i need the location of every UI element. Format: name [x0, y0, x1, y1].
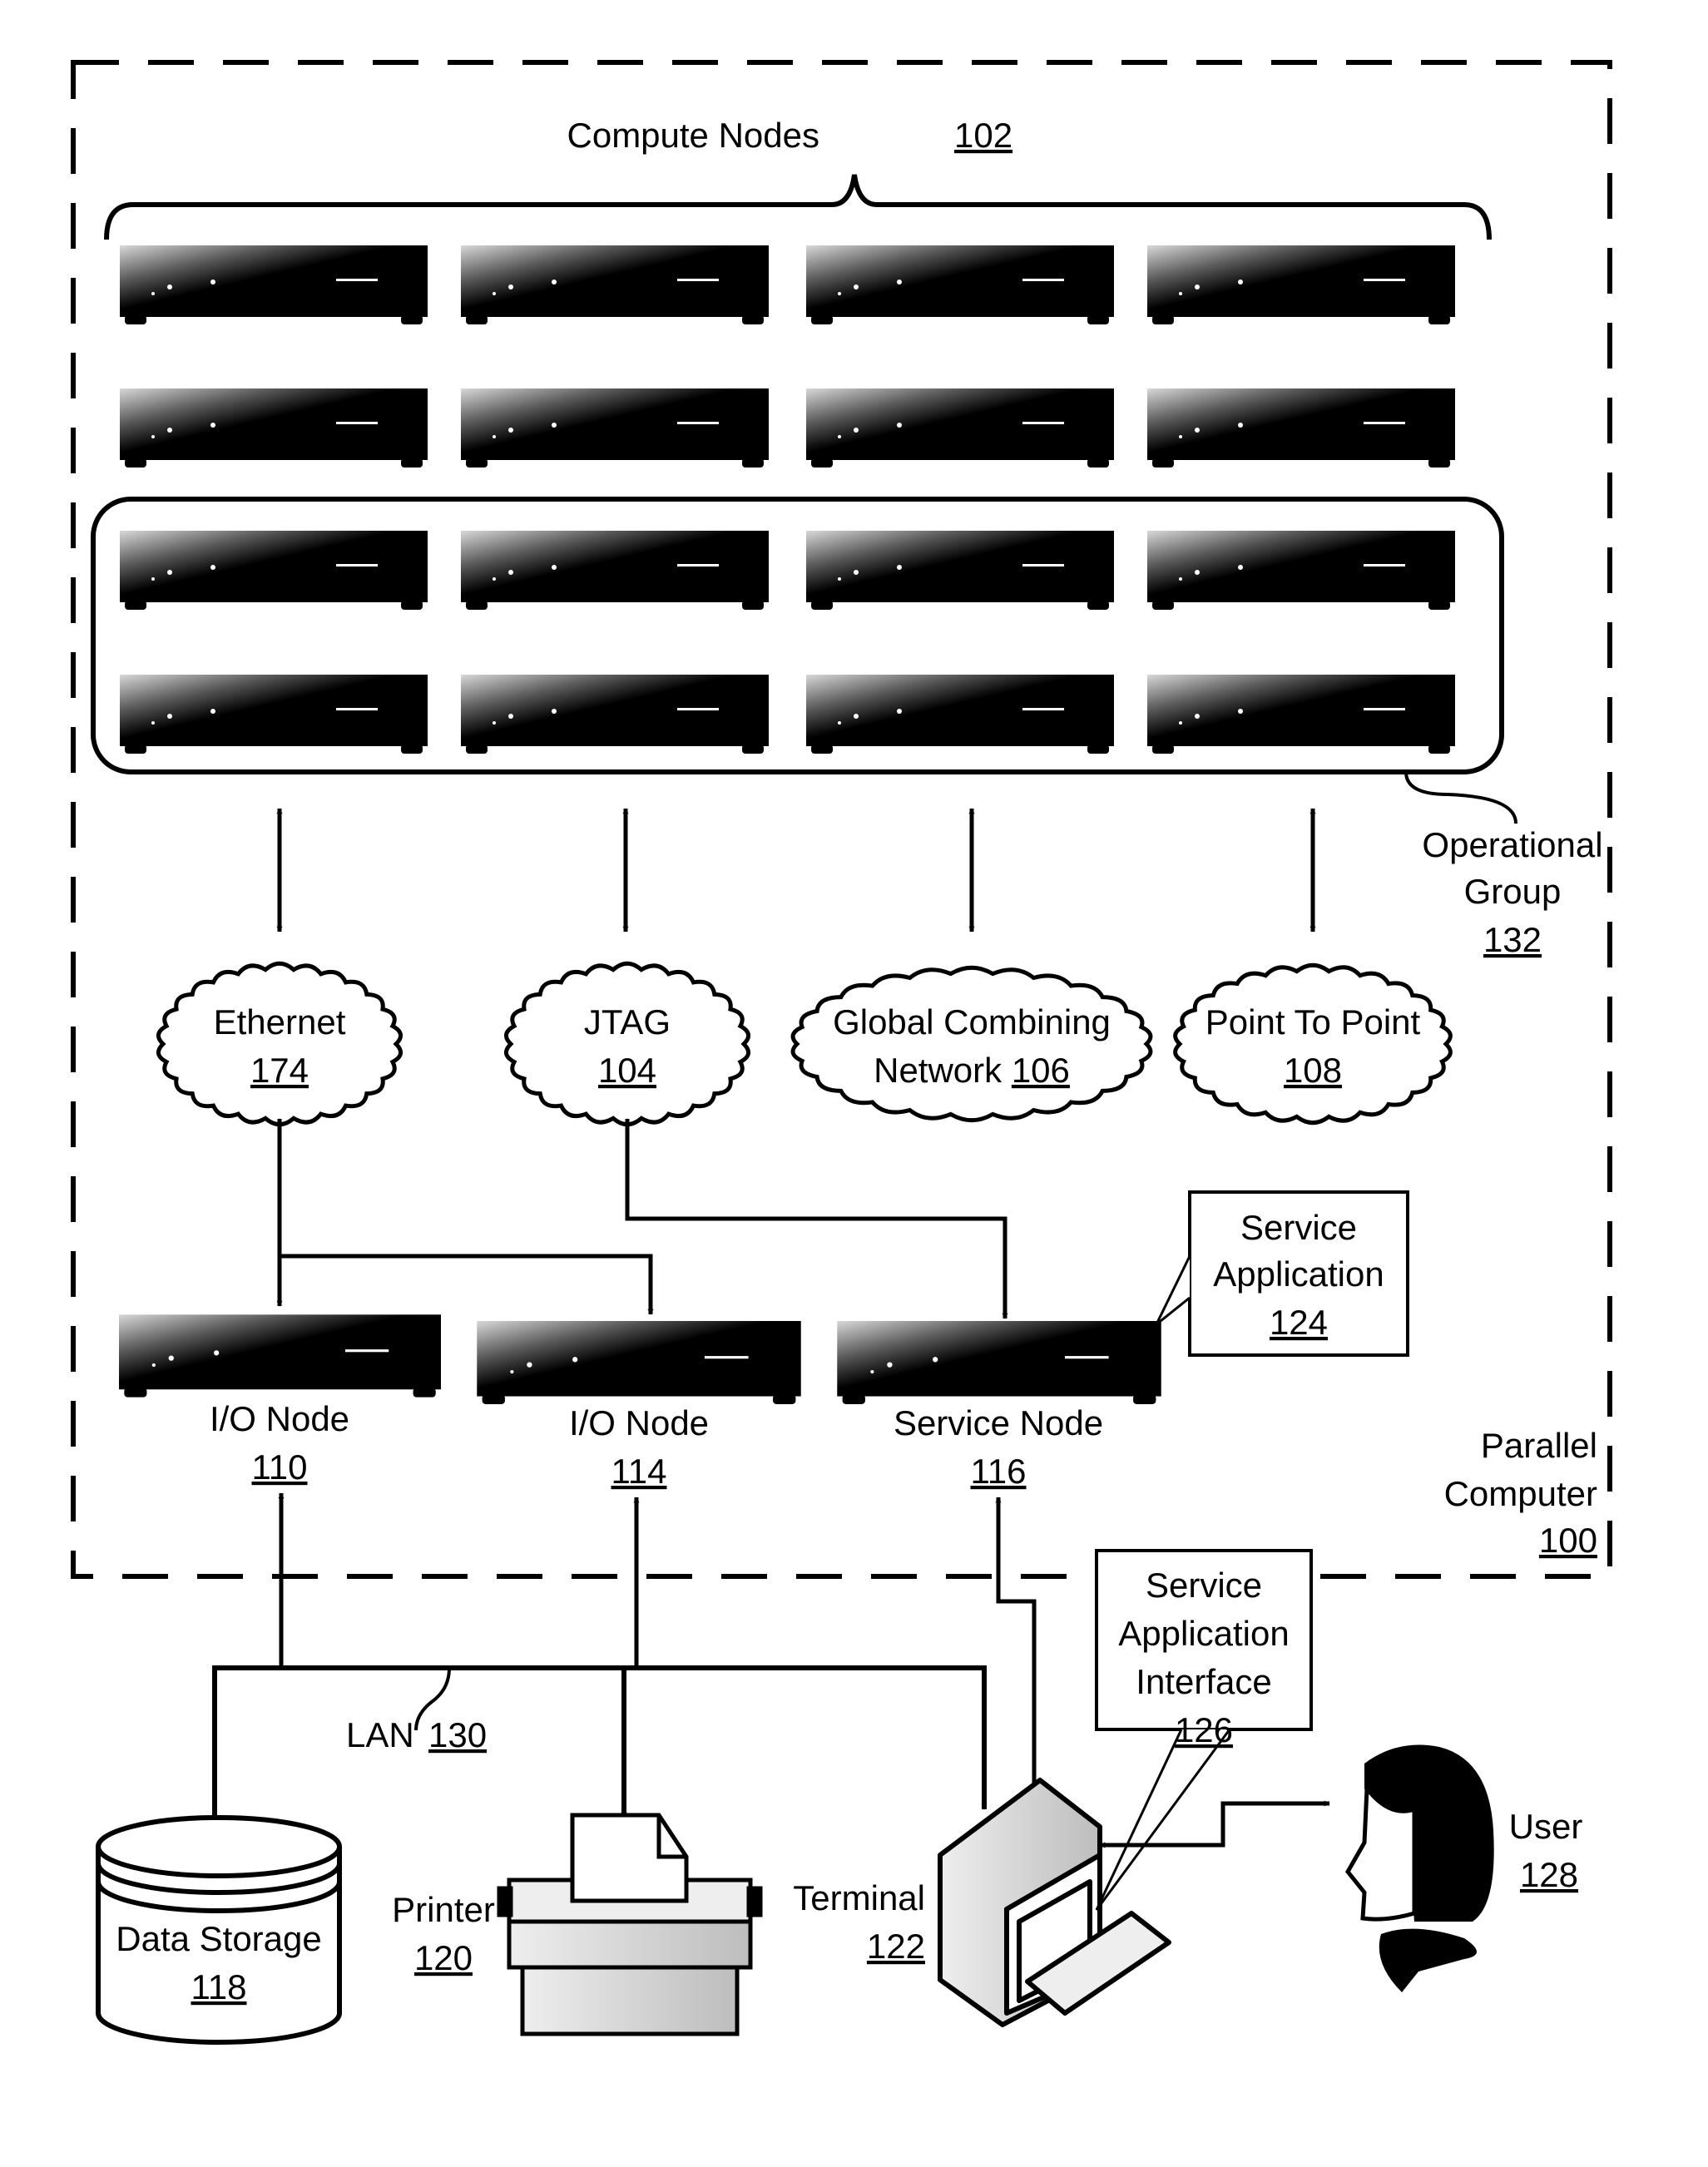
jtag-label: JTAG — [584, 1002, 671, 1041]
operational-group-label-line1: Operational — [1422, 825, 1602, 864]
operational-group-leader — [1404, 771, 1517, 824]
jtag-cloud: JTAG 104 — [504, 961, 750, 1127]
compute-node — [461, 675, 769, 754]
compute-node — [1147, 245, 1455, 324]
data-storage-label: Data Storage — [116, 1919, 322, 1958]
point-to-point-cloud: Point To Point 108 — [1173, 962, 1453, 1126]
jtag-ref: 104 — [598, 1051, 656, 1090]
sai-line3: Interface — [1136, 1662, 1271, 1701]
service-application-ref: 124 — [1270, 1303, 1328, 1342]
lan-uplinks — [278, 1492, 1037, 1818]
user-icon — [1344, 1744, 1494, 1992]
terminal-icon — [938, 1778, 1171, 2027]
compute-node — [120, 245, 428, 324]
global-combining-network-label: Global Combining — [833, 1002, 1111, 1041]
sai-line1: Service — [1146, 1566, 1262, 1605]
terminal-label: Terminal — [793, 1878, 925, 1917]
point-to-point-ref: 108 — [1284, 1051, 1342, 1090]
ethernet-io-links — [276, 1118, 654, 1315]
parallel-computer-ref: 100 — [1539, 1521, 1597, 1560]
compute-node — [461, 245, 769, 324]
jtag-service-link — [624, 1118, 1008, 1319]
sai-ref: 126 — [1175, 1710, 1233, 1749]
point-to-point-label: Point To Point — [1206, 1002, 1421, 1041]
compute-node — [120, 675, 428, 754]
data-storage-ref: 118 — [191, 1967, 247, 2006]
parallel-computer-label-line1: Parallel — [1481, 1426, 1597, 1465]
printer-label: Printer — [392, 1890, 495, 1929]
user-ref: 128 — [1520, 1855, 1578, 1894]
io-node-110-label: I/O Node — [210, 1399, 349, 1438]
compute-node — [120, 531, 428, 610]
compute-nodes-label: Compute Nodes — [567, 116, 820, 155]
user-label: User — [1509, 1807, 1583, 1846]
lan-ref: 130 — [428, 1715, 487, 1754]
service-node-label: Service Node — [894, 1403, 1103, 1442]
service-node-116-box — [837, 1321, 1161, 1404]
service-application-line1: Service — [1240, 1208, 1357, 1247]
terminal-ref: 122 — [867, 1927, 925, 1966]
operational-group-label-line2: Group — [1464, 872, 1562, 911]
compute-node — [1147, 675, 1455, 754]
compute-node — [461, 531, 769, 610]
compute-node — [806, 388, 1114, 468]
service-node-ref: 116 — [971, 1452, 1027, 1491]
service-application-callout: Service Application 124 — [1155, 1190, 1409, 1357]
compute-node — [120, 388, 428, 468]
compute-node — [1147, 531, 1455, 610]
parallel-computer-diagram: Compute Nodes 102 Operational Group 132 … — [71, 60, 1612, 2045]
ethernet-ref: 174 — [250, 1051, 309, 1090]
global-combining-network-cloud: Global Combining Network 106 — [790, 965, 1153, 1123]
compute-node — [1147, 388, 1455, 468]
io-node-114-ref: 114 — [611, 1452, 667, 1491]
sai-line2: Application — [1118, 1614, 1289, 1653]
service-application-interface-callout: Service Application Interface 126 — [1095, 1549, 1313, 1911]
compute-nodes-ref: 102 — [954, 116, 1012, 155]
lan-label: LAN — [346, 1715, 414, 1754]
io-node-114-label: I/O Node — [569, 1403, 709, 1442]
compute-node — [806, 245, 1114, 324]
compute-nodes-brace — [104, 174, 1492, 240]
ethernet-label: Ethernet — [214, 1002, 346, 1041]
global-combining-network-ref: Network 106 — [874, 1051, 1070, 1090]
ethernet-cloud: Ethernet 174 — [156, 961, 403, 1127]
printer-ref: 120 — [414, 1938, 473, 1977]
io-node-110-ref: 110 — [252, 1447, 308, 1487]
lan-bus — [211, 1665, 988, 1823]
compute-node — [806, 675, 1114, 754]
group-network-arrows — [276, 808, 1316, 933]
compute-node — [806, 531, 1114, 610]
io-node-114-box — [477, 1321, 801, 1404]
io-node-110-box — [119, 1314, 441, 1398]
printer-icon — [497, 1813, 763, 2036]
compute-node — [461, 388, 769, 468]
operational-group-ref: 132 — [1483, 920, 1542, 959]
parallel-computer-label-line2: Computer — [1444, 1474, 1597, 1513]
service-application-line2: Application — [1213, 1254, 1384, 1294]
